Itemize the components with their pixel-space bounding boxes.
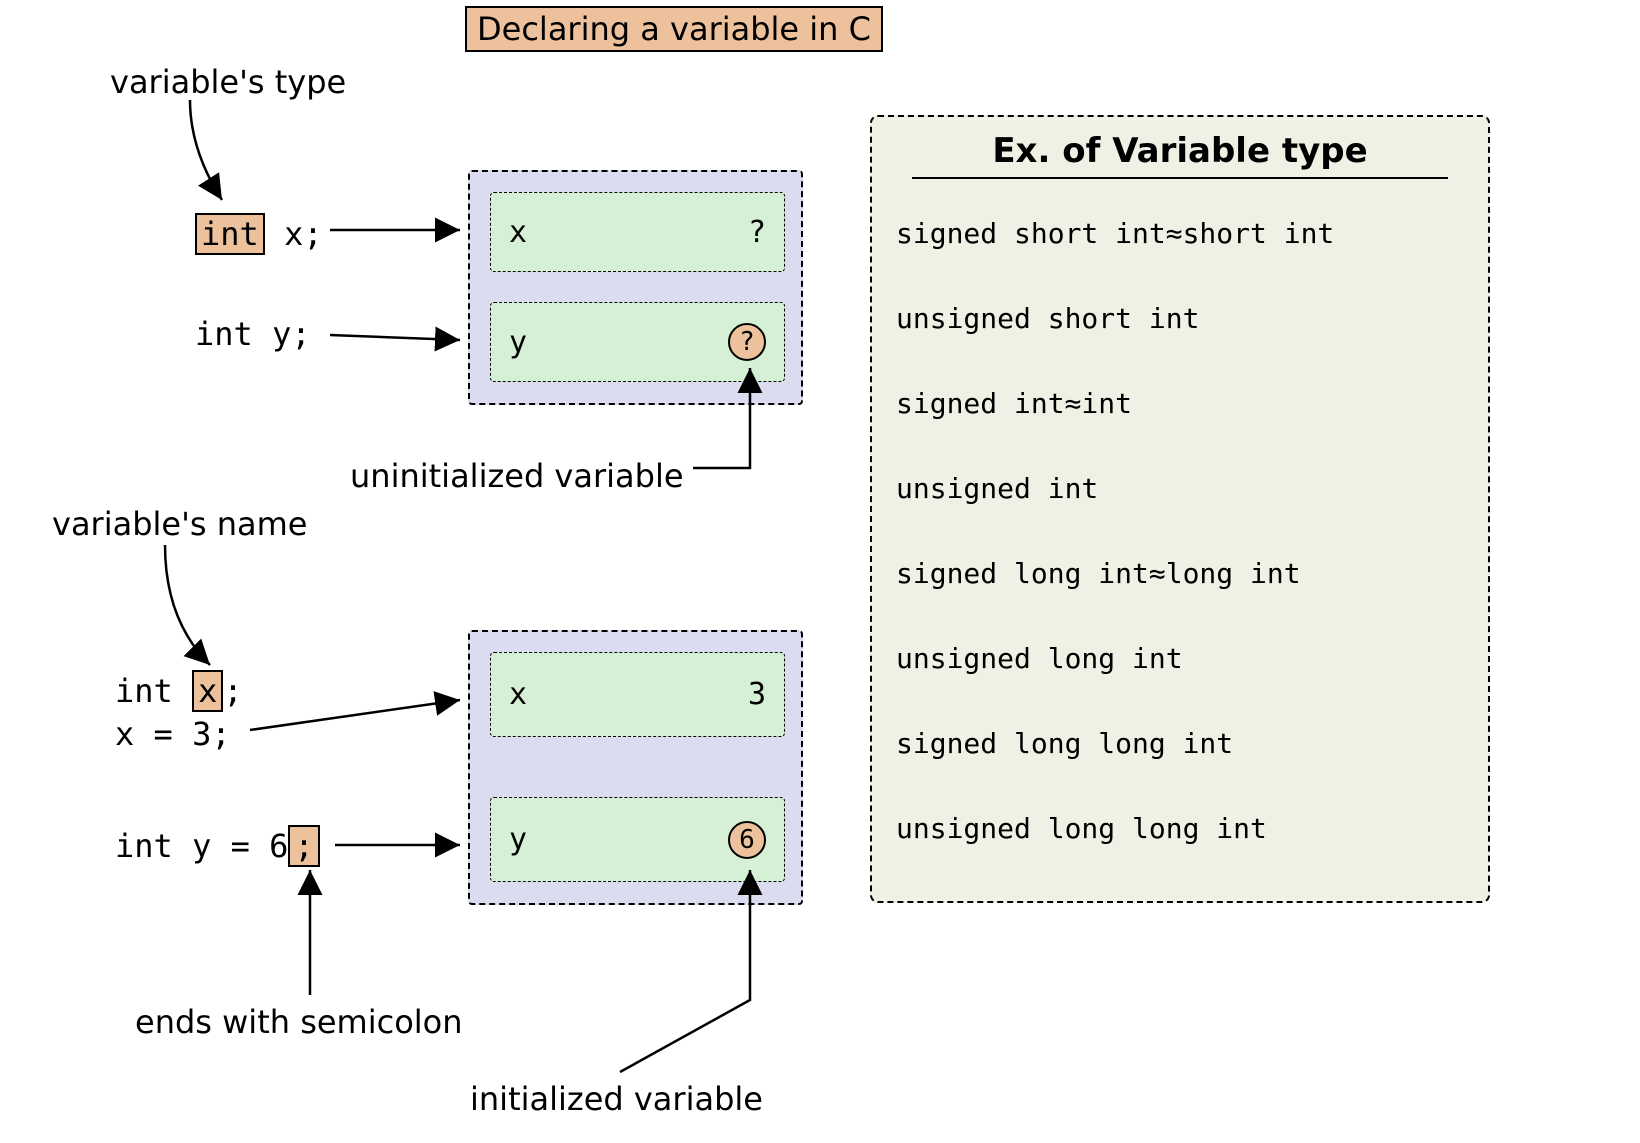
types-panel: Ex. of Variable type signed short int≈sh… xyxy=(870,115,1490,903)
memory-cell-x1: x ? xyxy=(490,192,785,272)
diagram-title: Declaring a variable in C xyxy=(465,6,883,52)
highlight-int-keyword: int xyxy=(195,213,265,255)
uninit-value-marker: ? xyxy=(728,323,766,361)
memory-cell-y1: y ? xyxy=(490,302,785,382)
type-item-4: signed long int≈long int xyxy=(892,531,1468,616)
memory-cell-y2: y 6 xyxy=(490,797,785,882)
code-int-x-decl: int x; xyxy=(115,670,243,712)
type-item-6: signed long long int xyxy=(892,701,1468,786)
code-int-y: int y; xyxy=(195,315,311,353)
init-value-marker: 6 xyxy=(728,821,766,859)
memory-cell-x2: x 3 xyxy=(490,652,785,737)
label-variable-name: variable's name xyxy=(52,505,307,543)
label-semicolon: ends with semicolon xyxy=(135,1003,463,1041)
highlight-semicolon: ; xyxy=(288,825,319,867)
type-item-3: unsigned int xyxy=(892,446,1468,531)
memory-block-2: x 3 y 6 xyxy=(468,630,803,905)
type-item-7: unsigned long long int xyxy=(892,786,1468,871)
types-panel-title: Ex. of Variable type xyxy=(912,131,1448,179)
memory-cell-x2-value: 3 xyxy=(748,677,766,712)
label-initialized: initialized variable xyxy=(470,1080,763,1118)
label-variable-type: variable's type xyxy=(110,63,346,101)
memory-cell-x1-value: ? xyxy=(748,215,766,250)
type-item-1: unsigned short int xyxy=(892,276,1468,361)
highlight-var-name: x xyxy=(192,670,223,712)
label-uninitialized: uninitialized variable xyxy=(350,457,684,495)
memory-block-1: x ? y ? xyxy=(468,170,803,405)
code-x-assign: x = 3; xyxy=(115,715,231,753)
type-item-0: signed short int≈short int xyxy=(892,191,1468,276)
code-int-x: int x; xyxy=(195,213,323,255)
type-item-5: unsigned long int xyxy=(892,616,1468,701)
type-item-2: signed int≈int xyxy=(892,361,1468,446)
code-int-y-init: int y = 6; xyxy=(115,825,320,867)
